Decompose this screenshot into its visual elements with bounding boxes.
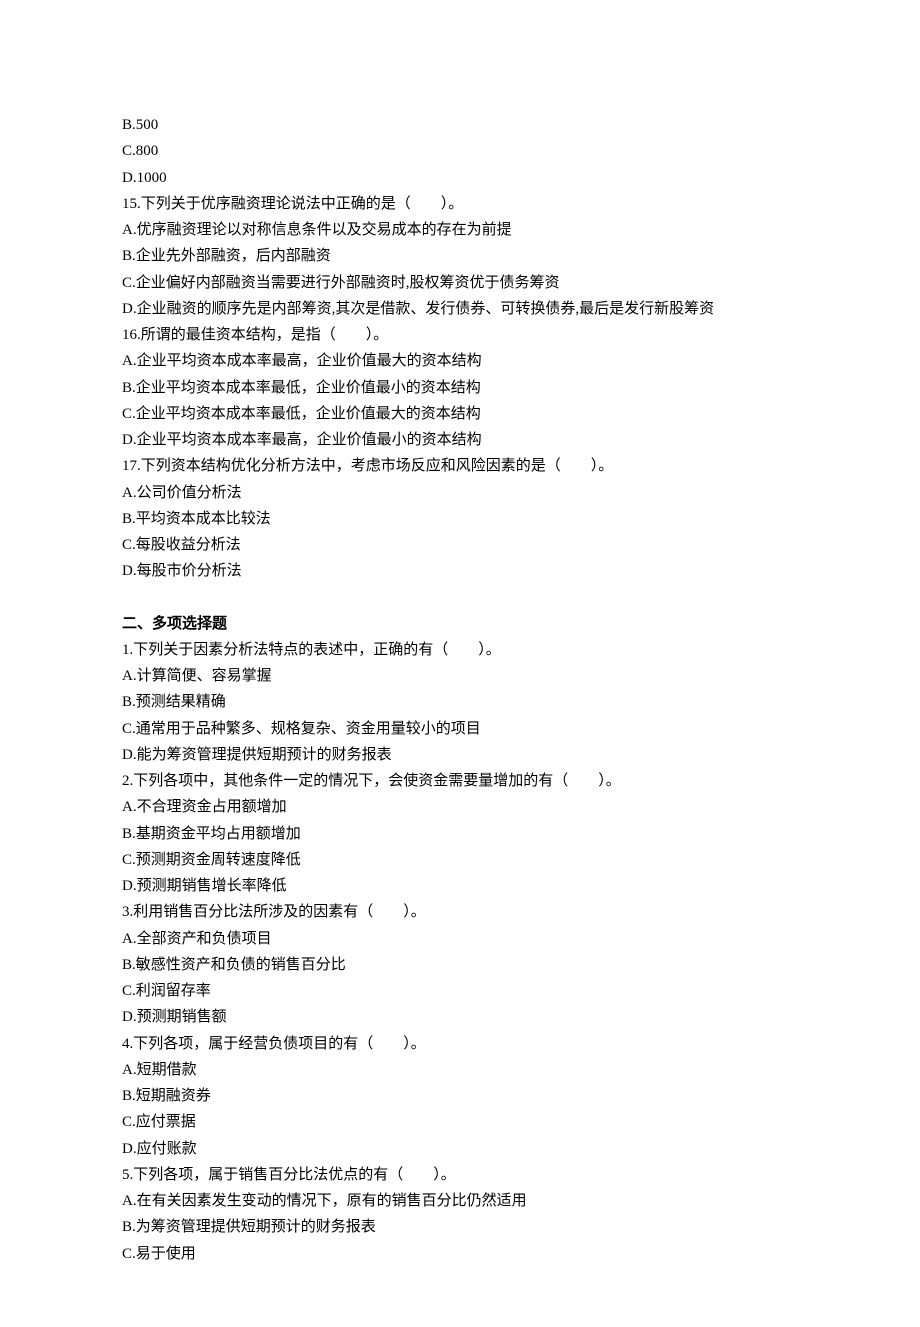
q15-option-c: C.企业偏好内部融资当需要进行外部融资时,股权筹资优于债务筹资	[122, 270, 798, 296]
s2-q1-option-b: B.预测结果精确	[122, 689, 798, 715]
q14-option-b: B.500	[122, 112, 798, 138]
q17-option-b: B.平均资本成本比较法	[122, 506, 798, 532]
s2-q2-option-d: D.预测期销售增长率降低	[122, 873, 798, 899]
q17-option-a: A.公司价值分析法	[122, 480, 798, 506]
s2-q1-option-d: D.能为筹资管理提供短期预计的财务报表	[122, 742, 798, 768]
s2-q2-option-a: A.不合理资金占用额增加	[122, 794, 798, 820]
s2-q5-option-c: C.易于使用	[122, 1241, 798, 1267]
s2-q2-option-b: B.基期资金平均占用额增加	[122, 821, 798, 847]
section2-heading: 二、多项选择题	[122, 611, 798, 637]
s2-q4-option-c: C.应付票据	[122, 1109, 798, 1135]
s2-q2-option-c: C.预测期资金周转速度降低	[122, 847, 798, 873]
s2-q1-option-c: C.通常用于品种繁多、规格复杂、资金用量较小的项目	[122, 716, 798, 742]
q16-option-d: D.企业平均资本成本率最高，企业价值最小的资本结构	[122, 427, 798, 453]
q14-option-d: D.1000	[122, 165, 798, 191]
s2-q4-stem: 4.下列各项，属于经营负债项目的有（ ）。	[122, 1031, 798, 1057]
s2-q3-option-d: D.预测期销售额	[122, 1004, 798, 1030]
q16-option-a: A.企业平均资本成本率最高，企业价值最大的资本结构	[122, 348, 798, 374]
s2-q1-option-a: A.计算简便、容易掌握	[122, 663, 798, 689]
s2-q2-stem: 2.下列各项中，其他条件一定的情况下，会使资金需要量增加的有（ ）。	[122, 768, 798, 794]
s2-q5-option-a: A.在有关因素发生变动的情况下，原有的销售百分比仍然适用	[122, 1188, 798, 1214]
q16-stem: 16.所谓的最佳资本结构，是指（ ）。	[122, 322, 798, 348]
q17-option-d: D.每股市价分析法	[122, 558, 798, 584]
s2-q4-option-d: D.应付账款	[122, 1136, 798, 1162]
s2-q3-option-c: C.利润留存率	[122, 978, 798, 1004]
q16-option-b: B.企业平均资本成本率最低，企业价值最小的资本结构	[122, 375, 798, 401]
s2-q3-option-b: B.敏感性资产和负债的销售百分比	[122, 952, 798, 978]
q15-option-d: D.企业融资的顺序先是内部筹资,其次是借款、发行债券、可转换债券,最后是发行新股…	[122, 296, 798, 322]
q16-option-c: C.企业平均资本成本率最低，企业价值最大的资本结构	[122, 401, 798, 427]
s2-q5-stem: 5.下列各项，属于销售百分比法优点的有（ ）。	[122, 1162, 798, 1188]
s2-q4-option-b: B.短期融资券	[122, 1083, 798, 1109]
q15-option-b: B.企业先外部融资，后内部融资	[122, 243, 798, 269]
s2-q5-option-b: B.为筹资管理提供短期预计的财务报表	[122, 1214, 798, 1240]
q17-stem: 17.下列资本结构优化分析方法中，考虑市场反应和风险因素的是（ ）。	[122, 453, 798, 479]
q15-option-a: A.优序融资理论以对称信息条件以及交易成本的存在为前提	[122, 217, 798, 243]
s2-q3-option-a: A.全部资产和负债项目	[122, 926, 798, 952]
s2-q1-stem: 1.下列关于因素分析法特点的表述中，正确的有（ ）。	[122, 637, 798, 663]
q14-option-c: C.800	[122, 138, 798, 164]
s2-q4-option-a: A.短期借款	[122, 1057, 798, 1083]
s2-q3-stem: 3.利用销售百分比法所涉及的因素有（ ）。	[122, 899, 798, 925]
q15-stem: 15.下列关于优序融资理论说法中正确的是（ ）。	[122, 191, 798, 217]
q17-option-c: C.每股收益分析法	[122, 532, 798, 558]
